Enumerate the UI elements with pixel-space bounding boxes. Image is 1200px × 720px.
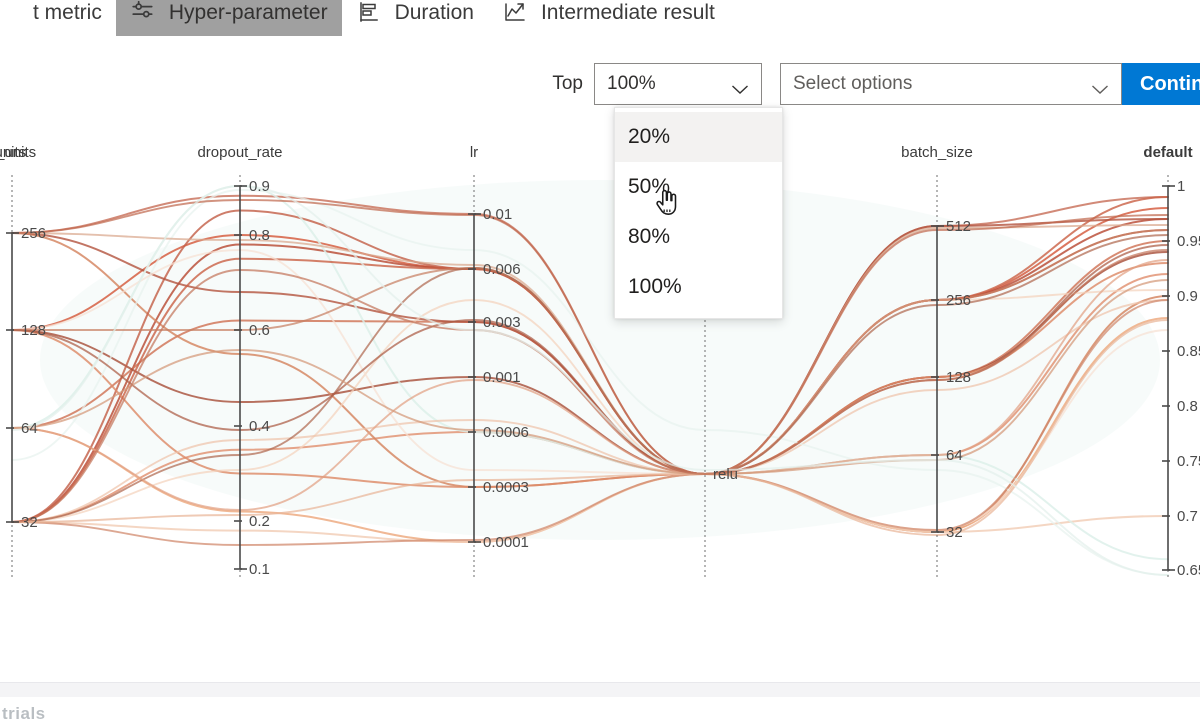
axis-tick-label: 0.65 [1177, 562, 1200, 579]
axis-tick-label: 0.006 [483, 261, 521, 278]
tab-duration[interactable]: Duration [342, 0, 488, 36]
axis-tick-label: 0.95 [1177, 233, 1200, 250]
axis-tick-label: 256 [21, 225, 46, 242]
sliders-icon [130, 0, 156, 25]
chevron-down-icon [731, 79, 749, 94]
axis-tick-label: relu [713, 466, 738, 483]
axis-tick-label: 0.7 [1177, 508, 1198, 525]
axis-tick-label: 64 [21, 420, 38, 437]
options-select-value: Select options [793, 73, 913, 94]
axis-title: lr [470, 144, 478, 161]
axis-title: dropout_rate [197, 144, 282, 161]
options-select[interactable]: Select options [780, 63, 1122, 105]
tab-hyper-parameter-label: Hyper-parameter [168, 0, 328, 24]
axis-tick-label: 0.003 [483, 314, 521, 331]
axis-title: default [1143, 144, 1192, 161]
axis-tick-label: 512 [946, 218, 971, 235]
axis-tick-label: 0.01 [483, 206, 512, 223]
axis-title: n_units [0, 144, 26, 161]
tab-best-metric[interactable]: t metric [0, 0, 116, 36]
axis-tick-label: 0.1 [249, 561, 270, 578]
axis-tick-label: 128 [21, 322, 46, 339]
tab-duration-label: Duration [394, 0, 474, 24]
axis-tick-label: 0.4 [249, 418, 270, 435]
hyperparameter-dashboard: t metric Hyper-parameter Duration Interm… [0, 0, 1200, 720]
axis-tick-label: 128 [946, 369, 971, 386]
axis-tick-label: 0.001 [483, 369, 521, 386]
confirm-button[interactable]: Continue [1122, 63, 1200, 105]
top-percent-dropdown: 20% 50% 80% 100% [614, 107, 783, 319]
axis-tick-label: 0.9 [249, 178, 270, 195]
axis-tick-label: 0.0001 [483, 534, 529, 551]
top-percent-value: 100% [607, 73, 656, 94]
top-label: Top [552, 73, 583, 94]
axis-tick-label: 64 [946, 447, 963, 464]
axis-tick-label: 256 [946, 292, 971, 309]
axis-tick-label: 0.9 [1177, 288, 1198, 305]
parallel-coordinate-plot[interactable]: 256 128 64 32 n_units 0.9 0.8 0.6 0.4 0.2 0.1 dropo… [0, 130, 1200, 630]
axis-tick-label: 0.85 [1177, 343, 1200, 360]
trophy-icon [0, 0, 20, 25]
axis-tick-label: 0.2 [249, 513, 270, 530]
axis-tick-label: 0.0003 [483, 479, 529, 496]
chevron-down-icon [1091, 79, 1109, 94]
line-chart-icon [502, 0, 528, 25]
bar-chart-icon [356, 0, 382, 25]
dropdown-option-20[interactable]: 20% [615, 112, 782, 162]
tab-hyper-parameter[interactable]: Hyper-parameter [115, 0, 342, 36]
chart-type-tabbar: t metric Hyper-parameter Duration Interm… [0, 0, 1200, 36]
axis-tick-label: 0.6 [249, 322, 270, 339]
plot-controls: Top 100% Select options Continue [0, 62, 1200, 106]
axis-tick-label: 32 [21, 514, 38, 531]
bottom-band [0, 683, 1200, 697]
tab-intermediate-result[interactable]: Intermediate result [488, 0, 729, 36]
axis-tick-label: 0.8 [1177, 398, 1198, 415]
axis-title: batch_size [901, 144, 973, 161]
axis-tick-label: 0.8 [249, 227, 270, 244]
bottom-section-heading: trials [2, 704, 46, 720]
dropdown-option-80[interactable]: 80% [615, 212, 782, 262]
axis-tick-label: 0.75 [1177, 453, 1200, 470]
axis-tick-label: 32 [946, 524, 963, 541]
top-percent-select[interactable]: 100% [594, 63, 762, 105]
tab-best-metric-label: t metric [33, 0, 102, 24]
tab-intermediate-result-label: Intermediate result [540, 0, 715, 24]
dropdown-option-100[interactable]: 100% [615, 262, 782, 312]
dropdown-option-50[interactable]: 50% [615, 162, 782, 212]
axis-tick-label: 1 [1177, 178, 1185, 195]
axis-tick-label: 0.0006 [483, 424, 529, 441]
